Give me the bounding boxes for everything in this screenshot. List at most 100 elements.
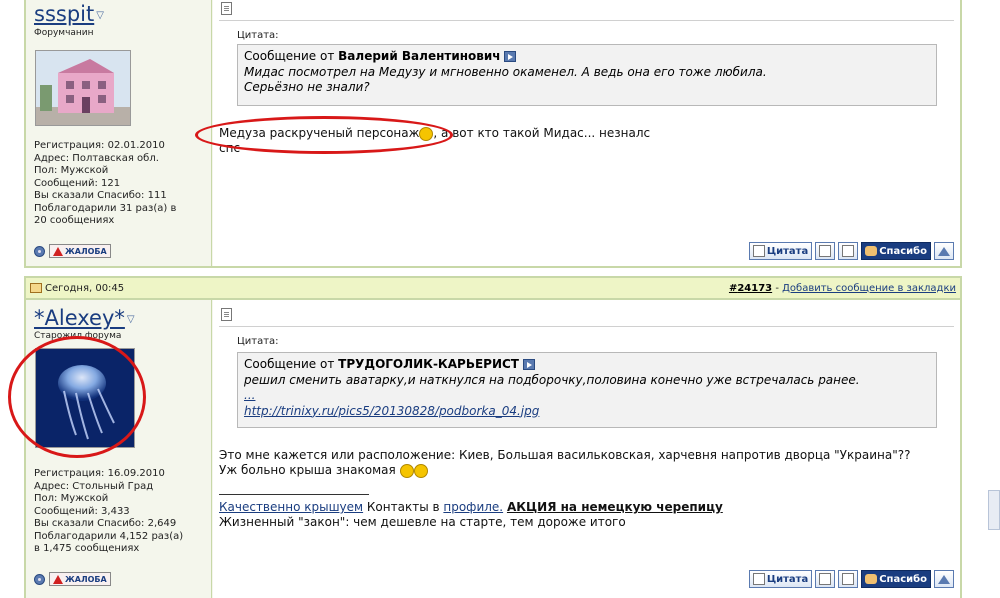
message-text-part: Уж больно крыша знакомая bbox=[219, 463, 396, 477]
quote-button[interactable]: Цитата bbox=[748, 570, 813, 588]
quote-icon bbox=[752, 573, 765, 585]
bookmark-separator: - bbox=[772, 282, 783, 294]
user-info: Регистрация: 16.09.2010 Адрес: Стольный … bbox=[34, 468, 210, 556]
quick-reply-icon bbox=[842, 245, 855, 257]
signature-separator bbox=[219, 494, 369, 495]
post-actions: Цитата Спасибо bbox=[748, 242, 954, 260]
scroll-top-button[interactable] bbox=[934, 570, 954, 588]
quick-reply-button[interactable] bbox=[838, 570, 859, 588]
smiley-icon bbox=[399, 463, 414, 478]
post-2: Сегодня, 00:45 #24173 - Добавить сообщен… bbox=[8, 276, 962, 598]
message-text: Медуза раскрученый персонаж , а вот кто т… bbox=[219, 126, 650, 156]
user-info-line: Вы сказали Спасибо: 2,649 bbox=[34, 518, 177, 529]
quote-ellipsis-line: ... bbox=[244, 388, 930, 404]
quote-label: Цитата: bbox=[237, 336, 279, 347]
avatar[interactable] bbox=[35, 348, 135, 448]
quote-ellipsis-link[interactable]: ... bbox=[244, 388, 255, 402]
signature-promo-link[interactable]: АКЦИЯ на немецкую черепицу bbox=[507, 500, 723, 514]
report-label: ЖАЛОБА bbox=[65, 574, 107, 584]
quote-author: Валерий Валентинович bbox=[338, 49, 501, 63]
online-status-icon bbox=[34, 573, 45, 585]
quote-button-label: Цитата bbox=[766, 573, 809, 585]
quote-button[interactable]: Цитата bbox=[748, 242, 813, 260]
signature-line: Качественно крышуем Контакты в профиле. … bbox=[219, 500, 723, 515]
multi-quote-button[interactable] bbox=[815, 242, 836, 260]
thanks-button-label: Спасибо bbox=[879, 245, 927, 257]
avatar[interactable] bbox=[35, 50, 131, 126]
post-number-digits: 24173 bbox=[737, 282, 773, 294]
post-date: Сегодня, 00:45 bbox=[30, 283, 124, 294]
multi-quote-button[interactable] bbox=[815, 570, 836, 588]
view-post-arrow-icon[interactable] bbox=[504, 51, 517, 62]
quote-button-label: Цитата bbox=[766, 245, 809, 257]
quote-from: Сообщение от Валерий Валентинович bbox=[244, 49, 930, 65]
scrollbar[interactable] bbox=[988, 490, 1000, 530]
message-line: Это мне кажется или расположение: Киев, … bbox=[219, 448, 911, 462]
post-1: ssspit ▽ Форумчанин Регистрация: 02.01.20… bbox=[24, 0, 962, 268]
message-text: Это мне кажется или расположение: Киев, … bbox=[219, 448, 910, 478]
post-number-link[interactable]: #24173 bbox=[729, 283, 772, 294]
quote-text-line: Мидас посмотрел на Медузу и мгновенно ок… bbox=[244, 64, 767, 79]
arrow-up-icon bbox=[938, 574, 950, 584]
quote-link-line: http://trinixy.ru/pics5/20130828/podbork… bbox=[244, 404, 930, 420]
signature: Качественно крышуем Контакты в профиле. … bbox=[219, 500, 723, 530]
user-pane: *Alexey* ▽ Старожил форума Регистрация: 1… bbox=[8, 300, 212, 598]
post-doc-icon bbox=[221, 308, 232, 321]
message-line: Уж больно крыша знакомая bbox=[219, 463, 910, 478]
smiley-icon bbox=[419, 126, 434, 141]
user-info-line: Сообщений: 121 bbox=[34, 177, 121, 189]
quote-image-link[interactable]: http://trinixy.ru/pics5/20130828/podbork… bbox=[244, 404, 539, 418]
report-button[interactable]: ЖАЛОБА bbox=[49, 572, 111, 586]
post-date-text: Сегодня, 00:45 bbox=[45, 282, 125, 294]
user-info-line: Поблагодарили 31 раз(а) в bbox=[34, 202, 177, 214]
username-text[interactable]: *Alexey* bbox=[34, 306, 125, 330]
username-link[interactable]: ssspit ▽ bbox=[34, 2, 104, 26]
multi-quote-icon bbox=[819, 245, 832, 257]
quick-reply-icon bbox=[842, 573, 855, 585]
quote-icon bbox=[752, 245, 765, 257]
signature-profile-link[interactable]: профиле. bbox=[443, 500, 503, 514]
old-post-icon bbox=[30, 283, 42, 293]
username-text[interactable]: ssspit bbox=[34, 2, 94, 26]
post-header: Сегодня, 00:45 #24173 - Добавить сообщен… bbox=[26, 278, 960, 300]
message-pane: Цитата: Сообщение от ТРУДОГОЛИК-КАРЬЕРИС… bbox=[213, 300, 960, 598]
thanks-button[interactable]: Спасибо bbox=[861, 570, 931, 588]
user-info-line: Вы сказали Спасибо: 111 bbox=[34, 190, 167, 201]
username-link[interactable]: *Alexey* ▽ bbox=[34, 306, 135, 330]
quick-reply-button[interactable] bbox=[838, 242, 859, 260]
online-status-icon bbox=[34, 245, 45, 257]
quote-label: Цитата: bbox=[237, 30, 279, 41]
user-info-line: Пол: Мужской bbox=[34, 493, 109, 504]
divider bbox=[219, 326, 954, 327]
quote-text-line: Серьёзно не знали? bbox=[244, 80, 370, 94]
report-button[interactable]: ЖАЛОБА bbox=[49, 244, 111, 258]
message-pane: Цитата: Сообщение от Валерий Валентинови… bbox=[195, 0, 960, 266]
post-meta: #24173 - Добавить сообщение в закладки bbox=[729, 283, 956, 294]
thumbs-up-icon bbox=[865, 574, 878, 584]
quote-from: Сообщение от ТРУДОГОЛИК-КАРЬЕРИСТ bbox=[244, 357, 930, 373]
post-doc-icon bbox=[221, 2, 232, 15]
signature-text: Контакты в bbox=[363, 500, 444, 514]
signature-link[interactable]: Качественно крышуем bbox=[219, 500, 363, 514]
user-info-line: Адрес: Полтавская обл. bbox=[34, 152, 159, 164]
user-title: Форумчанин bbox=[34, 28, 94, 38]
smiley-icon bbox=[413, 463, 428, 478]
user-pane: ssspit ▽ Форумчанин Регистрация: 02.01.20… bbox=[26, 0, 212, 266]
scroll-top-button[interactable] bbox=[934, 242, 954, 260]
quote-from-prefix: Сообщение от bbox=[244, 357, 335, 371]
divider bbox=[219, 20, 954, 21]
view-post-arrow-icon[interactable] bbox=[522, 359, 535, 370]
quote-from-prefix: Сообщение от bbox=[244, 49, 335, 63]
quote-text-line: решил сменить аватарку,и наткнулся на по… bbox=[244, 372, 860, 387]
add-bookmark-link[interactable]: Добавить сообщение в закладки bbox=[782, 283, 956, 294]
quote-author: ТРУДОГОЛИК-КАРЬЕРИСТ bbox=[338, 357, 519, 371]
signature-line: Жизненный "закон": чем дешевле на старте… bbox=[219, 515, 626, 529]
user-menu-caret-icon[interactable]: ▽ bbox=[96, 10, 104, 21]
thanks-button[interactable]: Спасибо bbox=[861, 242, 931, 260]
user-info: Регистрация: 02.01.2010 Адрес: Полтавска… bbox=[34, 140, 210, 228]
user-menu-caret-icon[interactable]: ▽ bbox=[127, 314, 135, 325]
multi-quote-icon bbox=[819, 573, 832, 585]
user-title: Старожил форума bbox=[34, 331, 122, 341]
message-line: спс bbox=[219, 141, 241, 155]
arrow-up-icon bbox=[938, 246, 950, 256]
